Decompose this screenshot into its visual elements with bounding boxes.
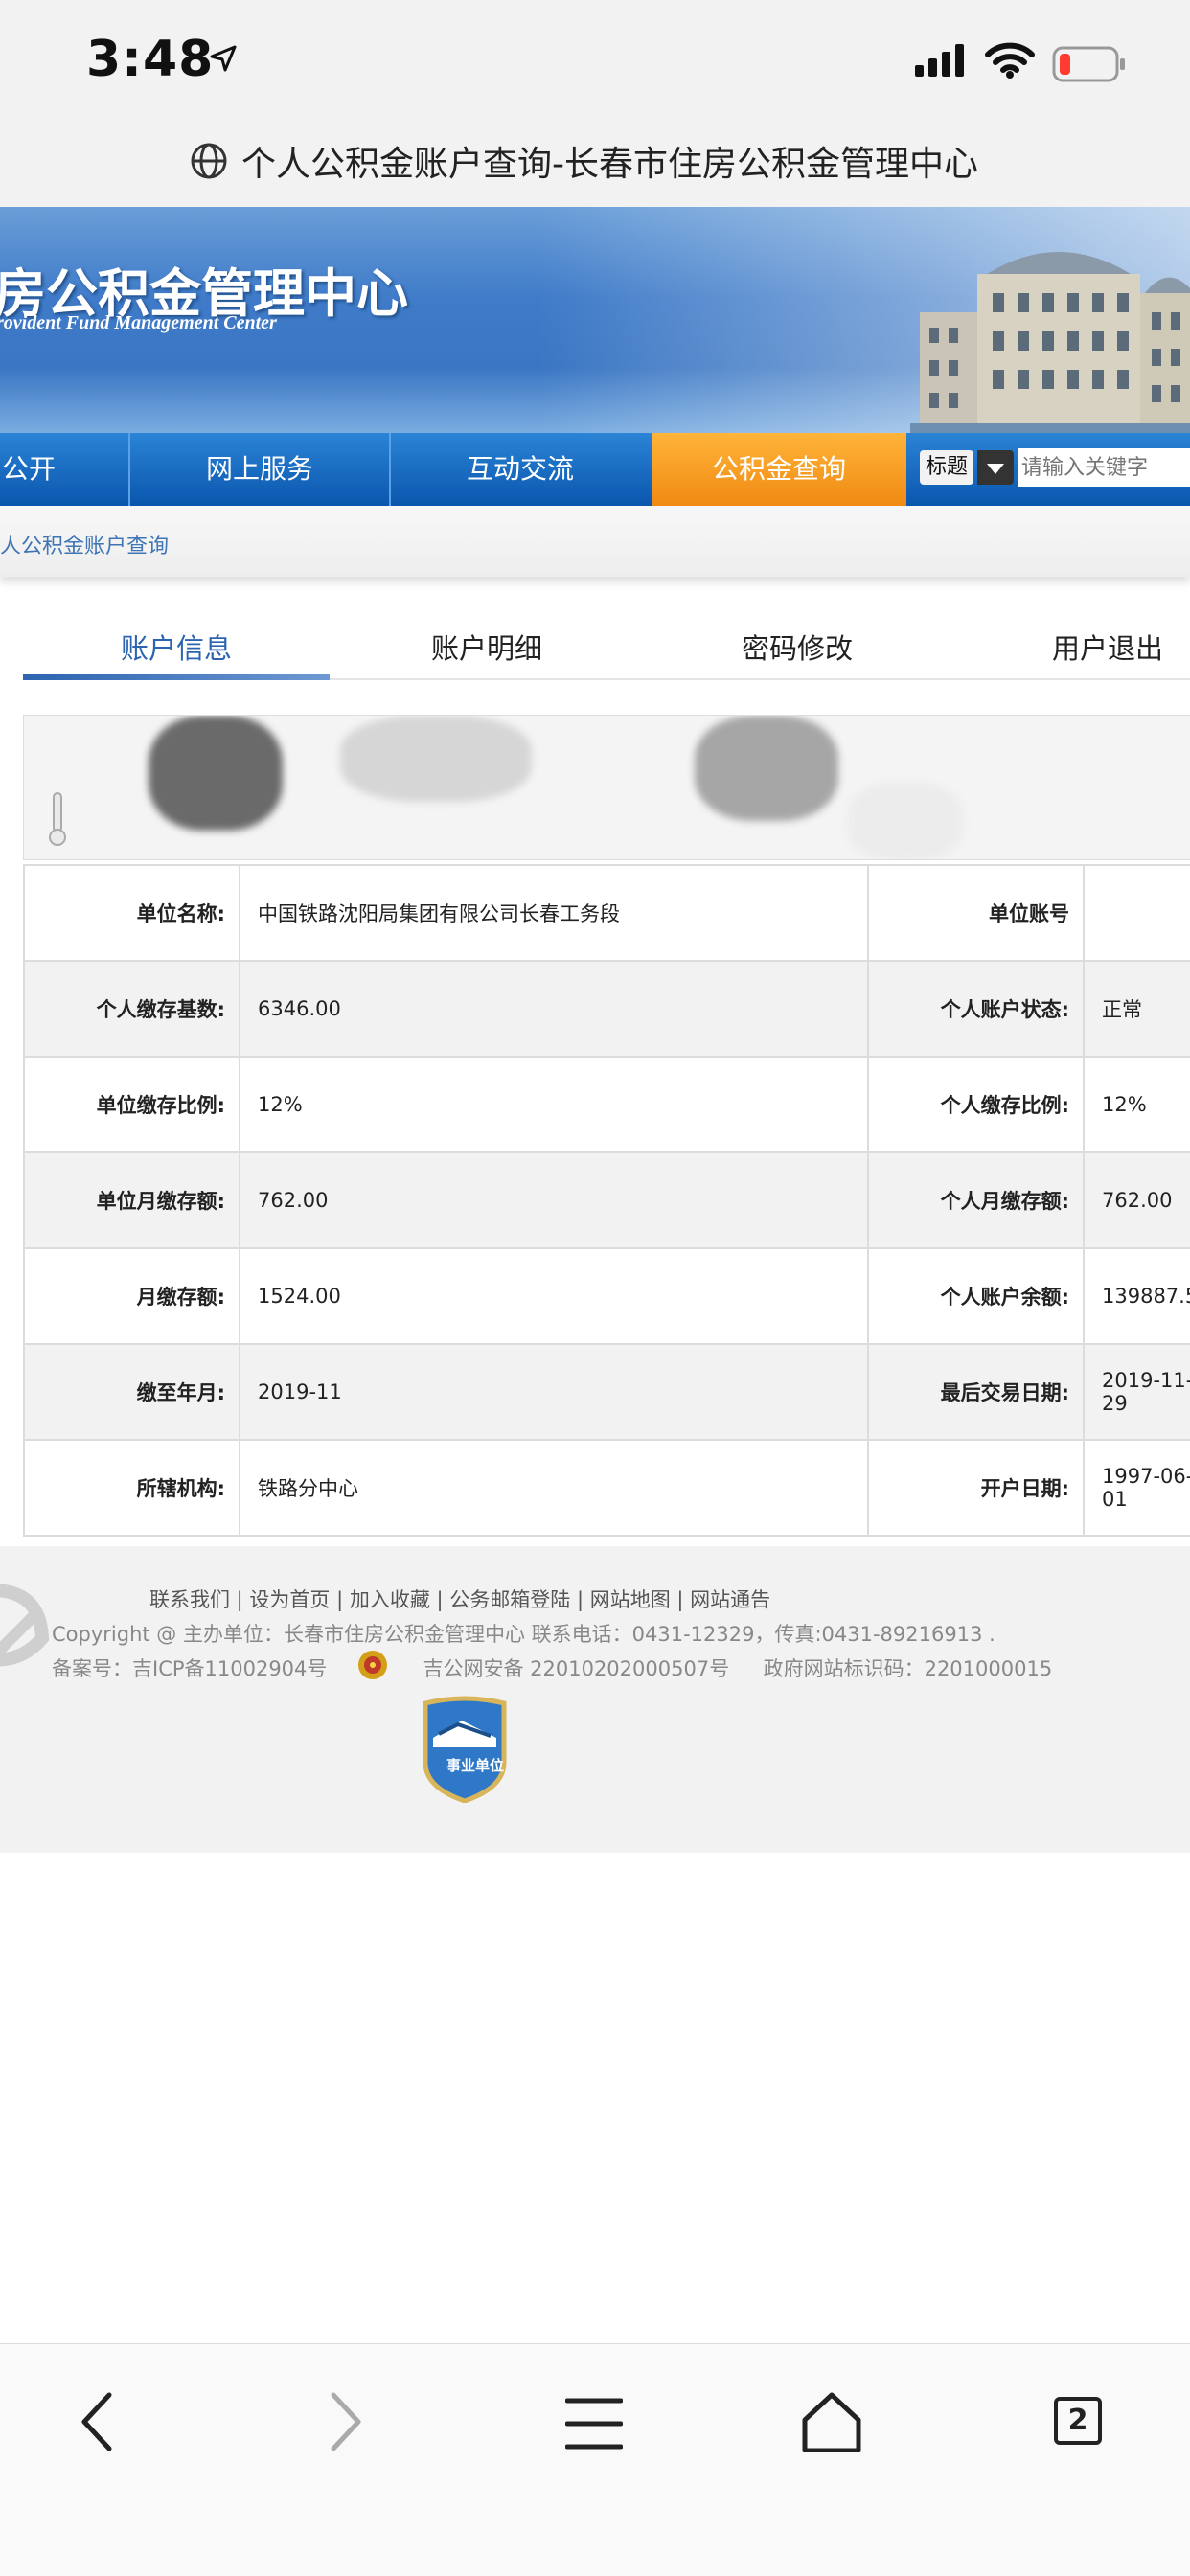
breadcrumb-bar [0,506,1190,577]
field-label: 个人账户余额: [867,1247,1085,1345]
public-institution-emblem[interactable] [420,1696,510,1803]
forward-icon[interactable] [326,2391,364,2452]
nav-item-public[interactable]: 公开 [0,433,57,506]
footer-copyright: Copyright @ 主办单位：长春市住房公积金管理中心 联系电话：0431-… [52,1623,995,1646]
table-row: 月缴存额: 1524.00 个人账户余额: 139887.59 [23,1247,1190,1345]
location-arrow-icon [210,45,237,72]
table-row: 单位名称: 中国铁路沈阳局集团有限公司长春工务段 单位账号 [23,864,1190,962]
tabs-count-button[interactable]: 2 [1054,2397,1102,2445]
cellular-signal-icon [915,44,964,77]
field-label: 个人账户状态: [867,960,1085,1058]
building-image [910,252,1190,433]
police-record[interactable]: 吉公网安备 22010202000507号 [423,1657,729,1680]
tab-account-info[interactable]: 账户信息 [121,627,232,667]
banner-subtitle: rovident Fund Management Center [0,312,277,333]
redacted-user-info [23,715,1190,860]
browser-toolbar [0,2343,1190,2576]
battery-low-icon [1052,46,1125,82]
field-label: 月缴存额: [23,1247,240,1345]
tab-account-details[interactable]: 账户明细 [431,627,542,667]
field-label: 所辖机构: [23,1439,240,1537]
footer-links[interactable]: 联系我们 | 设为首页 | 加入收藏 | 公务邮箱登陆 | 网站地图 | 网站通… [149,1584,770,1613]
nav-item-interaction[interactable]: 互动交流 [391,433,650,506]
field-label: 个人缴存基数: [23,960,240,1058]
chevron-down-icon [987,464,1004,474]
tab-change-password[interactable]: 密码修改 [742,627,853,667]
page-title[interactable]: 个人公积金账户查询-长春市住房公积金管理中心 [241,136,978,186]
party-emblem-icon [0,1584,50,1667]
field-value: 1997-06-01 [1083,1439,1190,1537]
field-label: 单位名称: [23,864,240,962]
back-icon[interactable] [79,2391,117,2452]
emblem-label: 事业单位 [446,1757,504,1774]
nav-item-online-service[interactable]: 网上服务 [130,433,389,506]
field-value: 139887.59 [1083,1247,1190,1345]
field-label: 开户日期: [867,1439,1085,1537]
field-value: 12% [1083,1056,1190,1153]
field-value: 2019-11 [239,1343,869,1441]
search-type-select[interactable]: 标题 [920,450,973,485]
table-row: 个人缴存基数: 6346.00 个人账户状态: 正常 [23,960,1190,1058]
table-row: 单位月缴存额: 762.00 个人月缴存额: 762.00 [23,1151,1190,1249]
status-time: 3:48 [86,31,215,88]
search-input[interactable] [1018,448,1190,487]
field-label: 个人月缴存额: [867,1151,1085,1249]
field-value: 2019-11-29 [1083,1343,1190,1441]
menu-icon[interactable] [565,2395,623,2452]
table-row: 所辖机构: 铁路分中心 开户日期: 1997-06-01 [23,1439,1190,1537]
wifi-icon [985,42,1035,79]
globe-icon [191,143,227,179]
table-row: 单位缴存比例: 12% 个人缴存比例: 12% [23,1056,1190,1153]
field-value: 6346.00 [239,960,869,1058]
thermometer-icon [49,792,66,846]
home-icon[interactable] [801,2391,862,2452]
field-value: 762.00 [1083,1151,1190,1249]
field-value: 正常 [1083,960,1190,1058]
account-info-table: 单位名称: 中国铁路沈阳局集团有限公司长春工务段 单位账号 个人缴存基数: 63… [23,864,1190,1537]
tab-logout[interactable]: 用户退出 [1052,627,1163,667]
field-label: 单位月缴存额: [23,1151,240,1249]
table-row: 缴至年月: 2019-11 最后交易日期: 2019-11-29 [23,1343,1190,1441]
police-badge-icon [358,1651,387,1679]
field-value: 铁路分中心 [239,1439,869,1537]
footer-icp: 备案号：吉ICP备11002904号 吉公网安备 22010202000507号… [52,1653,1052,1682]
field-value: 12% [239,1056,869,1153]
icp-number[interactable]: 备案号：吉ICP备11002904号 [52,1657,327,1680]
field-label: 单位缴存比例: [23,1056,240,1153]
field-label: 个人缴存比例: [867,1056,1085,1153]
active-tab-indicator [23,674,330,680]
field-label: 缴至年月: [23,1343,240,1441]
field-value: 1524.00 [239,1247,869,1345]
breadcrumb[interactable]: 人公积金账户查询 [0,529,169,559]
field-value: 中国铁路沈阳局集团有限公司长春工务段 [239,864,869,962]
field-label: 最后交易日期: [867,1343,1085,1441]
site-id: 政府网站标识码：2201000015 [763,1657,1053,1680]
nav-item-fund-query[interactable]: 公积金查询 [652,433,906,506]
field-value [1083,864,1190,962]
field-label: 单位账号 [867,864,1085,962]
field-value: 762.00 [239,1151,869,1249]
